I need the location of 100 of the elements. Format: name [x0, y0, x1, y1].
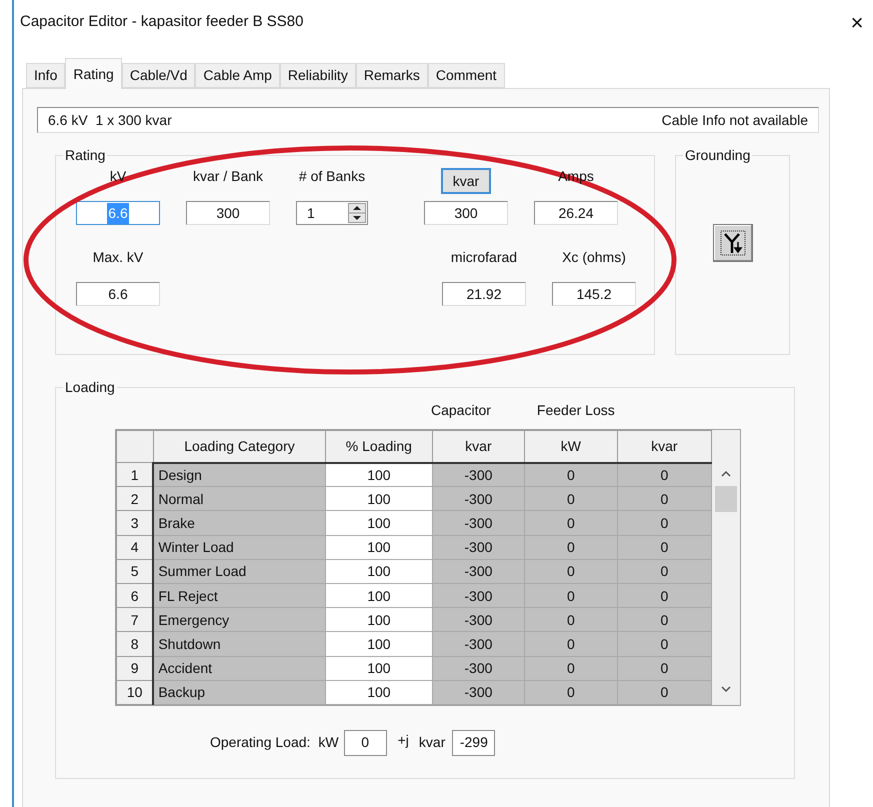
table-cell: 0 [524, 583, 618, 608]
table-cell[interactable]: 100 [326, 462, 432, 487]
table-cell: 0 [524, 559, 618, 584]
table-cell: 0 [524, 656, 618, 680]
table-cell: 0 [617, 656, 712, 680]
kw-label: kW [318, 733, 339, 752]
table-cell: 0 [524, 462, 618, 487]
table-cell: 0 [617, 486, 712, 511]
table-cell: 0 [617, 632, 712, 656]
tab[interactable]: Reliability [280, 63, 356, 88]
value-field[interactable]: 300 [186, 201, 270, 225]
scroll-thumb[interactable] [715, 486, 738, 512]
table-cell[interactable]: 100 [326, 680, 432, 704]
table-cell: 0 [524, 680, 618, 704]
table-cell: 0 [617, 535, 712, 560]
field-label: # of Banks [298, 167, 366, 186]
table-cell[interactable]: 100 [326, 559, 432, 584]
tab[interactable]: Cable/Vd [122, 63, 196, 88]
column-header: kvar [432, 430, 525, 462]
field-label: microfarad [450, 248, 518, 267]
grounding-button[interactable] [712, 224, 752, 262]
row-number: 5 [116, 559, 154, 584]
table-cell: Backup [153, 680, 326, 704]
value-field[interactable]: 21.92 [442, 282, 526, 306]
spin-arrows-icon[interactable] [348, 203, 366, 223]
table-cell: Winter Load [153, 535, 326, 560]
table-cell: Summer Load [153, 559, 326, 584]
value-field[interactable]: 300 [424, 201, 508, 225]
summary-text: 6.6 kV 1 x 300 kvar [48, 110, 172, 130]
row-number: 4 [116, 535, 154, 560]
table-cell: Brake [153, 510, 326, 536]
table-cell: Shutdown [153, 632, 326, 656]
kvar-button[interactable]: kvar [440, 168, 492, 194]
field-label: kV [110, 167, 126, 186]
row-number: 8 [116, 632, 154, 656]
table-cell[interactable]: 100 [326, 583, 432, 608]
row-number: 7 [116, 608, 154, 632]
tab[interactable]: Rating [65, 58, 122, 89]
table-cell: -300 [432, 632, 525, 656]
table-cell: Accident [153, 656, 326, 680]
table-cell: FL Reject [153, 583, 326, 608]
table-cell[interactable]: 100 [326, 656, 432, 680]
value-field[interactable]: 26.24 [534, 201, 618, 225]
table-cell: 0 [524, 510, 618, 536]
table-cell: 0 [524, 608, 618, 632]
table-cell: Design [153, 462, 326, 487]
tab[interactable]: Remarks [356, 63, 428, 88]
kvar-field[interactable]: -299 [452, 730, 496, 756]
value-field[interactable]: 145.2 [552, 282, 636, 306]
table-cell: 0 [524, 535, 618, 560]
column-header: kvar [617, 430, 712, 462]
tab[interactable]: Cable Amp [195, 63, 280, 88]
kw-field[interactable]: 0 [344, 730, 387, 756]
field-label: kvar / Bank [192, 167, 264, 186]
table-cell[interactable]: 100 [326, 608, 432, 632]
table-cell: 0 [524, 486, 618, 511]
row-number: 1 [116, 462, 154, 487]
field-label: Max. kV [92, 248, 144, 267]
table-cell: -300 [432, 535, 525, 560]
table-cell: 0 [617, 462, 712, 487]
scroll-up-icon[interactable] [721, 470, 732, 478]
row-number: 3 [116, 510, 154, 536]
table-cell[interactable]: 100 [326, 632, 432, 656]
table-cell: -300 [432, 583, 525, 608]
scroll-down-icon[interactable] [721, 684, 732, 693]
column-group-header: Capacitor [431, 401, 491, 420]
table-cell: -300 [432, 559, 525, 584]
tab[interactable]: Comment [428, 63, 505, 88]
table-cell: -300 [432, 680, 525, 704]
cable-status-text: Cable Info not available [662, 110, 808, 130]
table-cell: 0 [617, 510, 712, 536]
tab[interactable]: Info [26, 63, 66, 88]
table-cell[interactable]: 100 [326, 510, 432, 536]
row-number: 10 [116, 680, 154, 704]
table-cell: 0 [524, 632, 618, 656]
column-group-header: Feeder Loss [536, 401, 615, 420]
value-field[interactable]: 6.6 [76, 282, 160, 306]
table-cell: -300 [432, 608, 525, 632]
table-cell: -300 [432, 486, 525, 511]
table-cell: 0 [617, 583, 712, 608]
table-cell: Emergency [153, 608, 326, 632]
window-title: Capacitor Editor - kapasitor feeder B SS80 [20, 12, 304, 32]
row-number: 6 [116, 583, 154, 608]
table-cell[interactable]: 100 [326, 535, 432, 560]
table-cell: 0 [617, 680, 712, 704]
field-label: Xc (ohms) [562, 248, 626, 267]
table-cell: -300 [432, 510, 525, 536]
kvar-label: kvar [418, 733, 446, 752]
grounded-wye-icon [718, 229, 746, 257]
row-number: 9 [116, 656, 154, 680]
table-cell: 0 [617, 608, 712, 632]
table-cell[interactable]: 100 [326, 486, 432, 511]
column-header: kW [524, 430, 618, 462]
column-header: % Loading [326, 430, 432, 462]
table-cell: 0 [617, 559, 712, 584]
table-cell: -300 [432, 462, 525, 487]
table-cell: Normal [153, 486, 326, 511]
j-label: +j [398, 731, 409, 750]
close-button[interactable]: × [847, 12, 867, 34]
banks-spinner[interactable]: 1 [296, 201, 368, 225]
